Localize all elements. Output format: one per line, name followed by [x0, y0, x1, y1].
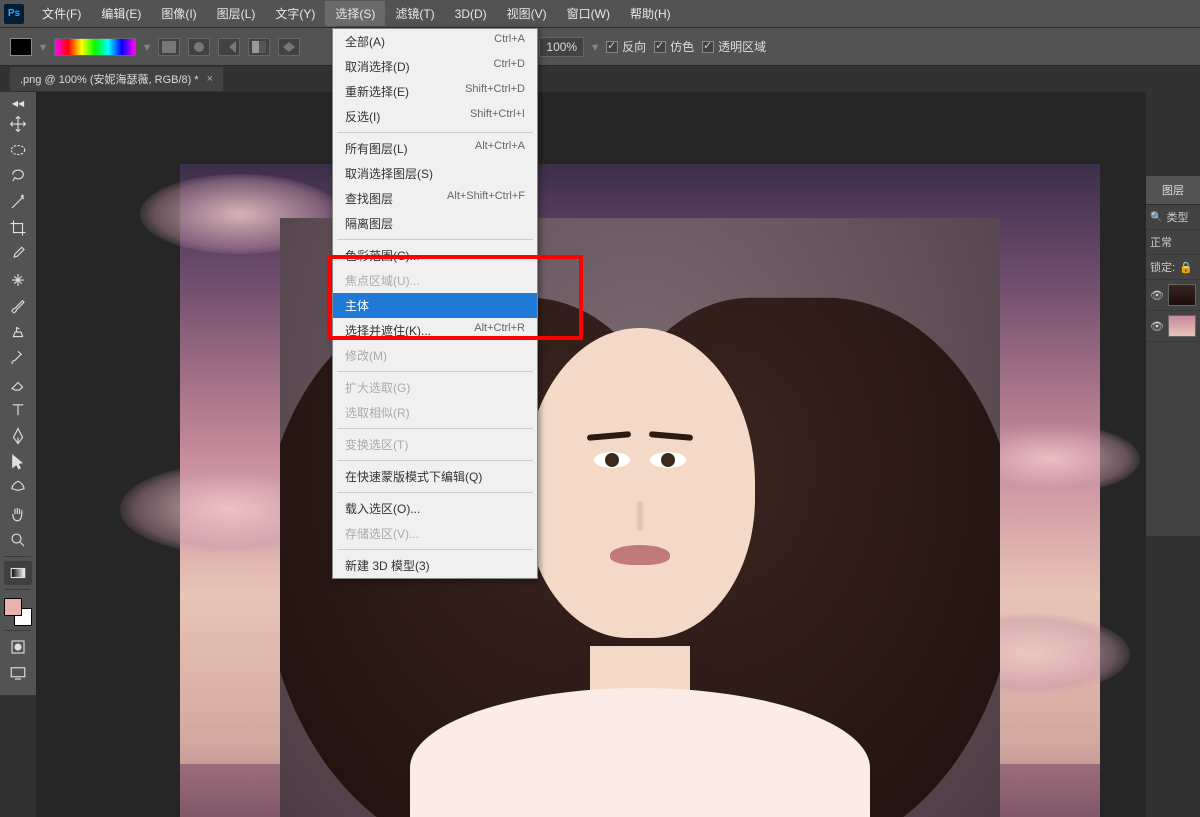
close-icon[interactable]: ×: [207, 73, 213, 85]
visibility-icon[interactable]: 👁: [1150, 320, 1164, 333]
menu-item-隔离图层[interactable]: 隔离图层: [333, 211, 537, 236]
reverse-label: 反向: [622, 38, 646, 55]
canvas-area[interactable]: [36, 92, 1146, 817]
app-logo: Ps: [4, 4, 24, 24]
gradient-preview[interactable]: [54, 38, 136, 56]
clone-stamp-tool[interactable]: [4, 320, 32, 344]
gradient-diamond-icon[interactable]: [278, 38, 300, 56]
menu-separator: [337, 239, 533, 240]
visibility-icon[interactable]: 👁: [1150, 289, 1164, 302]
zoom-tool[interactable]: [4, 528, 32, 552]
menu-image[interactable]: 图像(I): [151, 1, 206, 26]
layer-row[interactable]: 👁: [1146, 280, 1200, 311]
zoom-value[interactable]: 100%: [539, 37, 584, 57]
layer-filter[interactable]: 类型: [1146, 205, 1200, 230]
menu-item-选择并遮住k[interactable]: 选择并遮住(K)...Alt+Ctrl+R: [333, 318, 537, 343]
menu-item-新建3d模型3[interactable]: 新建 3D 模型(3): [333, 553, 537, 578]
gradient-angle-icon[interactable]: [218, 38, 240, 56]
menu-item-查找图层[interactable]: 查找图层Alt+Shift+Ctrl+F: [333, 186, 537, 211]
menu-item-修改m: 修改(M): [333, 343, 537, 368]
marquee-tool[interactable]: [4, 138, 32, 162]
reverse-checkbox[interactable]: 反向: [606, 38, 646, 55]
menu-item-取消选择图层s[interactable]: 取消选择图层(S): [333, 161, 537, 186]
document-tab-bar: .png @ 100% (安妮海瑟薇, RGB/8) * ×: [0, 66, 1200, 92]
document-tab[interactable]: .png @ 100% (安妮海瑟薇, RGB/8) * ×: [10, 67, 223, 91]
menu-layer[interactable]: 图层(L): [207, 1, 266, 26]
menu-item-焦点区域u: 焦点区域(U)...: [333, 268, 537, 293]
blend-mode[interactable]: 正常: [1146, 230, 1200, 255]
color-swatch[interactable]: [4, 598, 32, 626]
transparency-checkbox[interactable]: 透明区域: [702, 38, 766, 55]
menu-item-存储选区v: 存储选区(V)...: [333, 521, 537, 546]
screen-mode-tool[interactable]: [4, 661, 32, 685]
layers-tab[interactable]: 图层: [1146, 176, 1200, 205]
menu-edit[interactable]: 编辑(E): [91, 1, 151, 26]
menu-file[interactable]: 文件(F): [32, 1, 91, 26]
menu-item-全部a[interactable]: 全部(A)Ctrl+A: [333, 29, 537, 54]
menu-item-载入选区o[interactable]: 载入选区(O)...: [333, 496, 537, 521]
hand-tool[interactable]: [4, 502, 32, 526]
menu-item-扩大选取g: 扩大选取(G): [333, 375, 537, 400]
menu-separator: [337, 549, 533, 550]
foreground-color[interactable]: [4, 598, 22, 616]
path-select-tool[interactable]: [4, 450, 32, 474]
lock-row[interactable]: 锁定:🔒: [1146, 255, 1200, 280]
tool-panel: ◀◀: [0, 92, 36, 695]
menu-view[interactable]: 视图(V): [497, 1, 557, 26]
transparency-label: 透明区域: [718, 38, 766, 55]
layer-thumbnail: [1168, 315, 1196, 337]
gradient-linear-icon[interactable]: [158, 38, 180, 56]
tool-separator: [5, 556, 31, 557]
menu-item-重新选择e[interactable]: 重新选择(E)Shift+Ctrl+D: [333, 79, 537, 104]
document-title: .png @ 100% (安妮海瑟薇, RGB/8) *: [20, 71, 199, 87]
menu-item-取消选择d[interactable]: 取消选择(D)Ctrl+D: [333, 54, 537, 79]
menu-filter[interactable]: 滤镜(T): [385, 1, 444, 26]
gradient-radial-icon[interactable]: [188, 38, 210, 56]
menubar: Ps 文件(F) 编辑(E) 图像(I) 图层(L) 文字(Y) 选择(S) 滤…: [0, 0, 1200, 28]
menu-separator: [337, 132, 533, 133]
tool-separator: [5, 589, 31, 590]
menu-window[interactable]: 窗口(W): [557, 1, 620, 26]
menu-item-主体[interactable]: 主体: [333, 293, 537, 318]
menu-help[interactable]: 帮助(H): [620, 1, 681, 26]
menu-item-选取相似r: 选取相似(R): [333, 400, 537, 425]
tool-separator: [5, 630, 31, 631]
shape-tool[interactable]: [4, 476, 32, 500]
collapse-icon[interactable]: ◀◀: [4, 96, 32, 110]
history-brush-tool[interactable]: [4, 346, 32, 370]
menu-select[interactable]: 选择(S): [325, 1, 385, 26]
lasso-tool[interactable]: [4, 164, 32, 188]
layer-row[interactable]: 👁: [1146, 311, 1200, 342]
menu-separator: [337, 428, 533, 429]
menu-3d[interactable]: 3D(D): [445, 3, 497, 25]
quick-mask-tool[interactable]: [4, 635, 32, 659]
options-bar: ▾ ▾ 度: 100% ▾ 反向 仿色 透明区域: [0, 28, 1200, 66]
menu-item-在快速蒙版模式下编辑q[interactable]: 在快速蒙版模式下编辑(Q): [333, 464, 537, 489]
type-tool[interactable]: [4, 398, 32, 422]
eraser-tool[interactable]: [4, 372, 32, 396]
magic-wand-tool[interactable]: [4, 190, 32, 214]
eyedropper-tool[interactable]: [4, 242, 32, 266]
menu-separator: [337, 492, 533, 493]
dither-label: 仿色: [670, 38, 694, 55]
menu-separator: [337, 460, 533, 461]
menu-item-色彩范围c[interactable]: 色彩范围(C)...: [333, 243, 537, 268]
tool-preset[interactable]: [10, 38, 32, 56]
menu-item-反选i[interactable]: 反选(I)Shift+Ctrl+I: [333, 104, 537, 129]
gradient-tool[interactable]: [4, 561, 32, 585]
brush-tool[interactable]: [4, 294, 32, 318]
menu-item-所有图层l[interactable]: 所有图层(L)Alt+Ctrl+A: [333, 136, 537, 161]
layers-panel: 图层 类型 正常 锁定:🔒 👁 👁: [1146, 176, 1200, 536]
menu-item-变换选区t: 变换选区(T): [333, 432, 537, 457]
select-menu-dropdown: 全部(A)Ctrl+A取消选择(D)Ctrl+D重新选择(E)Shift+Ctr…: [332, 28, 538, 579]
move-tool[interactable]: [4, 112, 32, 136]
crop-tool[interactable]: [4, 216, 32, 240]
menu-separator: [337, 371, 533, 372]
pen-tool[interactable]: [4, 424, 32, 448]
spot-heal-tool[interactable]: [4, 268, 32, 292]
layer-thumbnail: [1168, 284, 1196, 306]
menu-type[interactable]: 文字(Y): [265, 1, 325, 26]
dither-checkbox[interactable]: 仿色: [654, 38, 694, 55]
gradient-reflected-icon[interactable]: [248, 38, 270, 56]
